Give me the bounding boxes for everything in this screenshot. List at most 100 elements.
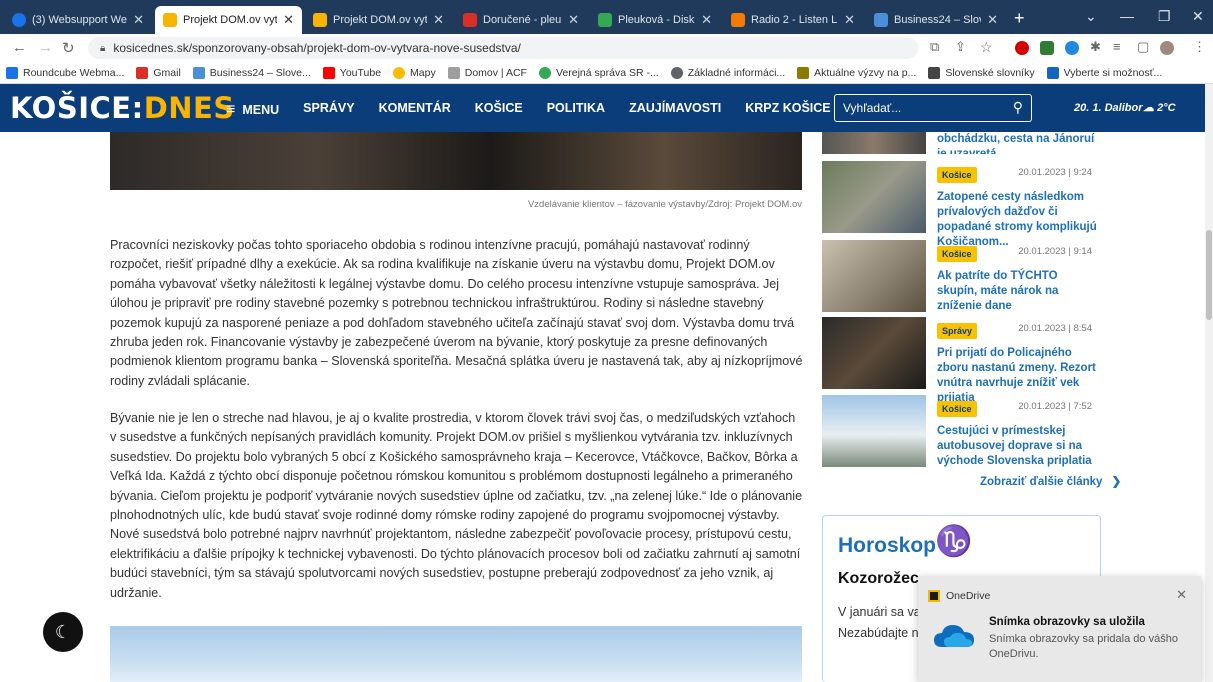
- notification-body: Snímka obrazovky sa pridala do vášho One…: [989, 633, 1178, 660]
- back-arrow-icon[interactable]: ←: [12, 39, 27, 56]
- article-thumbnail: [822, 317, 926, 389]
- nav-item-spravy[interactable]: SPRÁVY: [303, 101, 354, 119]
- notification-close-icon[interactable]: ✕: [1176, 587, 1187, 603]
- bookmark-item[interactable]: YouTube: [322, 66, 381, 79]
- forward-arrow-icon[interactable]: →: [38, 39, 53, 56]
- bookmarks-bar: Roundcube Webma... Gmail Business24 – Sl…: [0, 62, 1213, 84]
- nav-item-zaujimavosti[interactable]: ZAUJÍMAVOSTI: [629, 101, 721, 119]
- page-scrollbar[interactable]: [1205, 84, 1213, 682]
- youtube-icon: [322, 66, 335, 79]
- sidebar-article[interactable]: Správy 20.01.2023 | 8:54 Pri prijatí do …: [822, 317, 1096, 404]
- category-badge[interactable]: Správy: [937, 323, 978, 339]
- bookmark-favicon-icon: [192, 66, 205, 79]
- tab-close-icon[interactable]: ✕: [568, 12, 579, 28]
- url-field[interactable]: 🔒︎ kosicednes.sk/sponzorovany-obsah/proj…: [88, 37, 918, 59]
- category-badge[interactable]: Košice: [937, 246, 977, 262]
- bookmark-star-icon[interactable]: ☆: [980, 39, 993, 56]
- bookmark-favicon-icon: [538, 66, 551, 79]
- article-paragraph: Bývanie nie je len o streche nad hlavou,…: [110, 411, 803, 600]
- browser-tab[interactable]: Projekt DOM.ov vytvá ✕: [305, 6, 452, 34]
- sidebar-article-title[interactable]: Ak patríte do TÝCHTO skupín, máte nárok …: [937, 269, 1097, 314]
- bookmark-item[interactable]: Mapy: [393, 66, 436, 79]
- temperature: 2°C: [1157, 102, 1176, 114]
- vpn-extension-icon[interactable]: [1065, 41, 1079, 55]
- tab-close-icon[interactable]: ✕: [283, 12, 294, 28]
- opera-extension-icon[interactable]: [1015, 41, 1029, 55]
- sidebar-article-title[interactable]: obchádzku, cesta na Jánoruí je uzavretá: [937, 132, 1097, 154]
- browser-tab[interactable]: (3) Websupport Webm ✕: [4, 6, 152, 34]
- browser-tab[interactable]: Business24 – Slovens ✕: [866, 6, 1006, 34]
- browser-tab-active[interactable]: Projekt DOM.ov vytvá ✕: [155, 6, 302, 34]
- sidebar-article[interactable]: Košice 20.01.2023 | 9:24 Zatopené cesty …: [822, 161, 1097, 248]
- search-icon[interactable]: ⚲: [1013, 99, 1023, 116]
- restore-icon[interactable]: ❐: [1158, 8, 1171, 25]
- browser-tab[interactable]: Pleuková - Disk Goog ✕: [590, 6, 720, 34]
- bookmark-item[interactable]: Vyberte si možnosť...: [1046, 66, 1162, 79]
- article-thumbnail[interactable]: [822, 132, 926, 154]
- nav-item-politika[interactable]: POLITIKA: [547, 101, 605, 119]
- window-close-icon[interactable]: ✕: [1192, 8, 1204, 25]
- reload-icon[interactable]: ↻: [62, 39, 75, 57]
- tab-label: Projekt DOM.ov vytvá: [183, 14, 278, 26]
- extensions-puzzle-icon[interactable]: ✱: [1090, 39, 1101, 55]
- article-photo: [110, 626, 802, 682]
- onedrive-app-icon: [928, 590, 940, 602]
- menu-button[interactable]: ≡ MENU: [226, 101, 279, 119]
- tab-label: (3) Websupport Webm: [32, 14, 127, 26]
- bookmark-item[interactable]: Roundcube Webma...: [6, 66, 124, 79]
- nav-item-krpz-kosice[interactable]: KRPZ KOŠICE: [745, 101, 830, 119]
- browser-tab[interactable]: Doručené - pleukova ✕: [455, 6, 587, 34]
- logo-accent-text: DNES: [143, 91, 235, 125]
- more-articles-link[interactable]: Zobraziť ďalšie články ❯: [980, 474, 1121, 488]
- nav-item-komentar[interactable]: KOMENTÁR: [379, 101, 451, 119]
- minimize-icon[interactable]: —: [1120, 8, 1134, 24]
- tab-close-icon[interactable]: ✕: [844, 12, 855, 28]
- bookmark-favicon-icon: [6, 66, 18, 79]
- onedrive-notification[interactable]: OneDrive ✕ Snímka obrazovky sa uložila S…: [918, 576, 1201, 682]
- notification-app-name: OneDrive: [946, 590, 991, 602]
- share-icon[interactable]: ⇪: [955, 39, 966, 55]
- tab-close-icon[interactable]: ✕: [133, 12, 144, 28]
- category-badge[interactable]: Košice: [937, 401, 977, 417]
- site-logo[interactable]: KOŠICE:DNES: [10, 91, 235, 125]
- tab-close-icon[interactable]: ✕: [433, 12, 444, 28]
- reading-list-icon[interactable]: ≡: [1113, 39, 1121, 54]
- horoscope-title[interactable]: Horoskop: [838, 534, 936, 558]
- bookmark-label: Základné informáci...: [687, 66, 786, 79]
- article-thumbnail: [822, 395, 926, 467]
- nav-item-kosice[interactable]: KOŠICE: [475, 101, 523, 119]
- bookmark-item[interactable]: Aktuálne výzvy na p...: [797, 66, 916, 79]
- menu-label: MENU: [242, 103, 280, 117]
- side-panel-icon[interactable]: ▢: [1137, 39, 1149, 55]
- bookmark-item[interactable]: Gmail: [136, 66, 181, 79]
- hamburger-icon: ≡: [226, 101, 236, 118]
- bookmark-item[interactable]: Základné informáci...: [670, 66, 786, 79]
- new-tab-icon[interactable]: +: [1014, 8, 1025, 29]
- article-photo: [110, 132, 802, 190]
- browser-tab[interactable]: Radio 2 - Listen L ✕: [723, 6, 863, 34]
- bookmark-item[interactable]: Verejná správa SR -...: [538, 66, 659, 79]
- extension-icon[interactable]: [1040, 41, 1054, 55]
- category-badge[interactable]: Košice: [937, 167, 977, 183]
- page-scrollbar-thumb[interactable]: [1206, 230, 1212, 320]
- date-nameday: 20. 1. Dalibor: [1074, 102, 1143, 114]
- sidebar-article-title[interactable]: Cestujúci v prímestskej autobusovej dopr…: [937, 424, 1097, 469]
- tab-search-chevron-icon[interactable]: ⌄: [1085, 8, 1097, 25]
- browser-menu-icon[interactable]: ⋮: [1193, 39, 1206, 55]
- globe-icon: [670, 66, 683, 79]
- sidebar-article[interactable]: Košice 20.01.2023 | 7:52 Cestujúci v prí…: [822, 395, 1092, 471]
- site-search-input[interactable]: Vyhľadať... ⚲: [834, 94, 1032, 122]
- install-app-icon[interactable]: ⧉: [930, 39, 939, 55]
- dark-mode-toggle[interactable]: ☾: [43, 612, 83, 652]
- main-nav: ≡ MENU SPRÁVY KOMENTÁR KOŠICE POLITIKA Z…: [226, 101, 855, 119]
- bookmark-item[interactable]: Slovenské slovníky: [928, 66, 1035, 79]
- profile-avatar[interactable]: [1160, 41, 1174, 55]
- bookmark-label: Slovenské slovníky: [945, 66, 1035, 79]
- sidebar-article[interactable]: Košice 20.01.2023 | 9:14 Ak patríte do T…: [822, 240, 1092, 316]
- tab-close-icon[interactable]: ✕: [701, 12, 712, 28]
- bookmark-item[interactable]: Domov | ACF: [447, 66, 527, 79]
- bookmark-item[interactable]: Business24 – Slove...: [192, 66, 311, 79]
- tab-close-icon[interactable]: ✕: [987, 12, 998, 28]
- tab-favicon-icon: [598, 13, 612, 27]
- tab-favicon-icon: [731, 13, 745, 27]
